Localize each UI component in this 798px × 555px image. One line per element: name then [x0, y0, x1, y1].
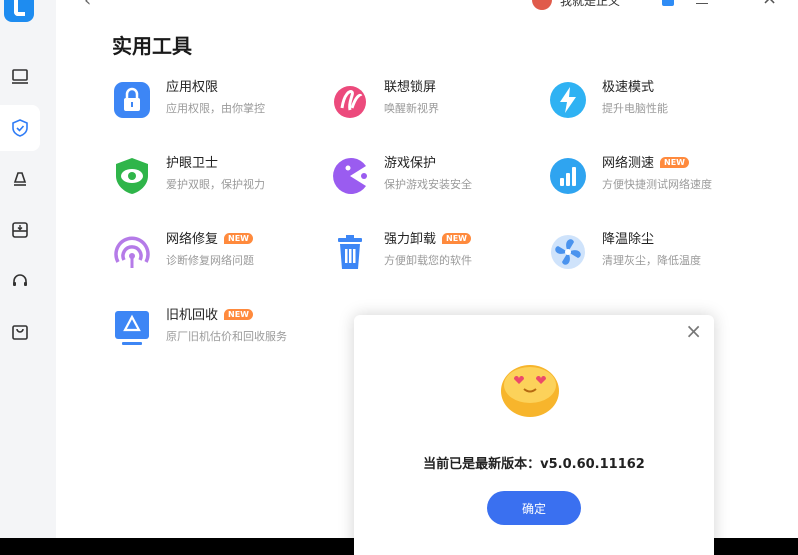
lightning-icon: [548, 80, 588, 120]
new-badge: NEW: [224, 233, 253, 244]
new-badge: NEW: [660, 157, 689, 168]
pacman-icon: [330, 156, 370, 196]
trash-icon: [330, 232, 370, 272]
bar-chart-icon: [548, 156, 588, 196]
bag-icon: [12, 325, 28, 340]
headset-icon: [13, 274, 27, 286]
sidebar: [0, 0, 56, 538]
lock-icon: [112, 80, 152, 120]
tool-recycle[interactable]: 旧机回收 NEW 原厂旧机估价和回收服务: [112, 304, 312, 352]
app-logo: [4, 0, 34, 22]
tool-cooling[interactable]: 降温除尘 清理灰尘，降低温度: [548, 228, 748, 276]
tool-eye-care[interactable]: 护眼卫士 爱护双眼，保护视力: [112, 152, 312, 200]
recycle-monitor-icon: [112, 308, 152, 348]
tool-app-permission[interactable]: 应用权限 应用权限，由你掌控: [112, 76, 312, 124]
flower-icon: [330, 80, 370, 120]
tool-lock-screen[interactable]: 联想锁屏 唤醒新视界: [330, 76, 530, 124]
tool-force-uninstall[interactable]: 强力卸载 NEW 方便卸载您的软件: [330, 228, 530, 276]
happy-face-icon: [501, 365, 559, 417]
signal-icon: [112, 232, 152, 272]
nav-security[interactable]: [0, 105, 40, 151]
eye-shield-icon: [112, 156, 152, 196]
new-badge: NEW: [224, 309, 253, 320]
tool-speed-test[interactable]: 网络测速 NEW 方便快捷测试网络速度: [548, 152, 748, 200]
nav-store[interactable]: [0, 309, 40, 355]
confirm-button[interactable]: 确定: [487, 491, 581, 525]
close-window-icon[interactable]: ×: [762, 0, 777, 8]
page-title: 实用工具: [112, 34, 192, 58]
nav-drivers[interactable]: [0, 207, 40, 253]
nav-cleanup[interactable]: [0, 156, 40, 202]
close-icon[interactable]: ×: [685, 321, 702, 341]
new-badge: NEW: [442, 233, 471, 244]
avatar[interactable]: [532, 0, 552, 10]
update-message: 当前已是最新版本：v5.0.60.11162: [423, 457, 645, 472]
nav-computer[interactable]: [0, 54, 40, 100]
nav-support[interactable]: [0, 258, 40, 304]
laptop-icon: [12, 69, 28, 84]
broom-icon: [13, 172, 27, 186]
update-dialog: × 当前已是最新版本：v5.0.60.11162 确定: [354, 315, 714, 555]
drive-icon: [12, 222, 28, 238]
minimize-icon[interactable]: [696, 0, 708, 4]
tool-network-repair[interactable]: 网络修复 NEW 诊断修复网络问题: [112, 228, 312, 276]
skin-icon[interactable]: [662, 0, 674, 6]
fan-icon: [548, 232, 588, 272]
titlebar: ‹ 我就是正义 ×: [56, 0, 798, 14]
back-chevron-icon[interactable]: ‹: [84, 0, 91, 10]
shield-check-icon: [12, 119, 28, 137]
tool-turbo-mode[interactable]: 极速模式 提升电脑性能: [548, 76, 748, 124]
tool-game-protect[interactable]: 游戏保护 保护游戏安装安全: [330, 152, 530, 200]
user-name[interactable]: 我就是正义: [560, 0, 620, 8]
